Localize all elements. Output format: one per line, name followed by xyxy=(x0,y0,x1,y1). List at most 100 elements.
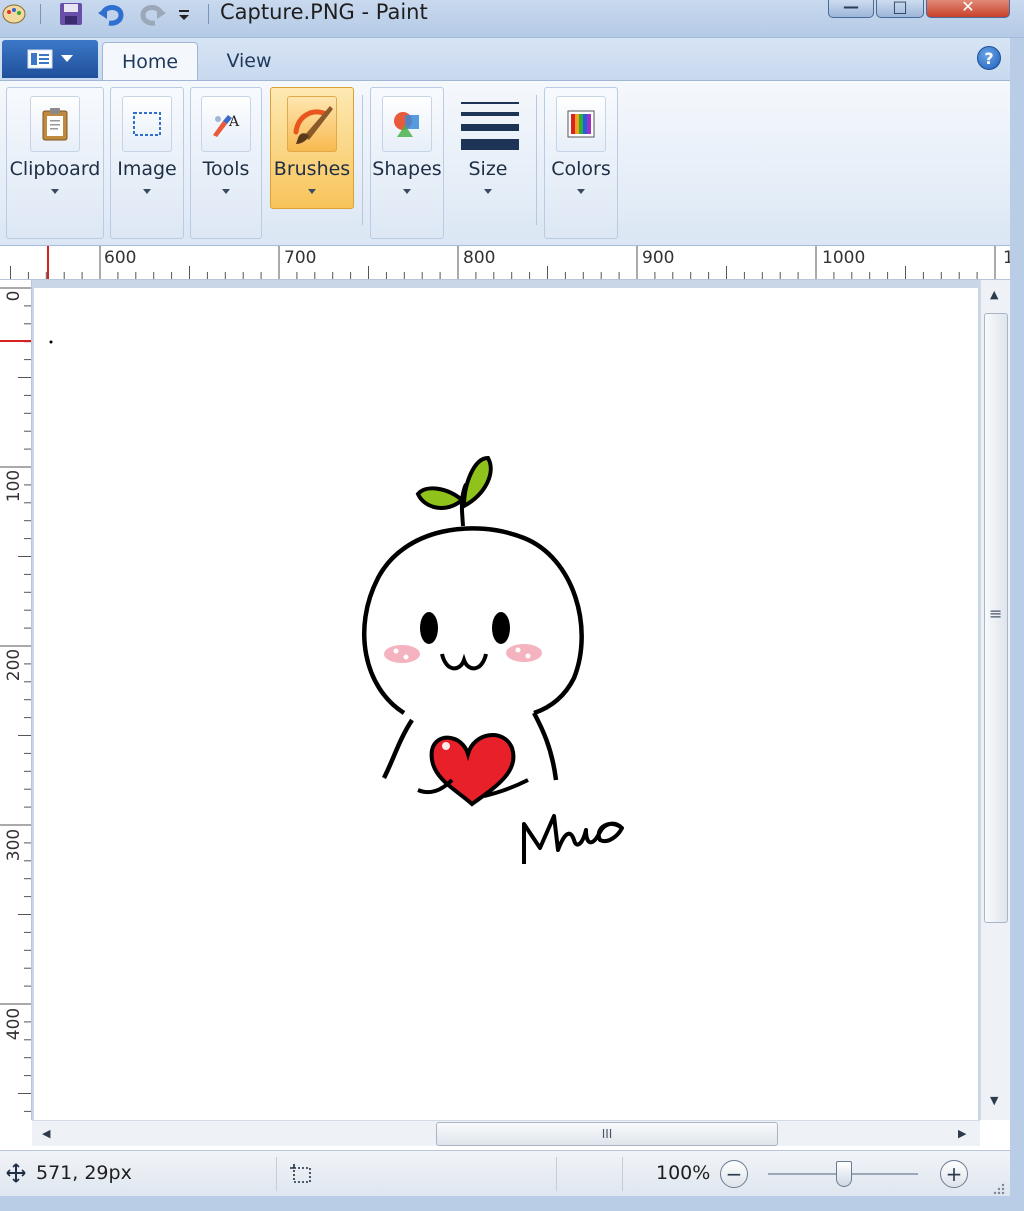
clipboard-group[interactable]: Clipboard xyxy=(6,87,104,239)
ribbon-separator xyxy=(362,95,363,225)
close-button[interactable]: ✕ xyxy=(926,0,1010,18)
ruler-label-1000: 1000 xyxy=(822,248,866,268)
save-icon[interactable] xyxy=(56,0,86,28)
chevron-down-icon xyxy=(51,189,59,194)
signature xyxy=(522,814,624,864)
tools-group[interactable]: A Tools xyxy=(190,87,262,239)
title-bar: Capture.PNG - Paint — □ ✕ xyxy=(0,0,1024,38)
scroll-up-arrow-icon[interactable]: ▲ xyxy=(990,288,998,301)
ruler-label-300: 300 xyxy=(4,828,24,862)
vertical-scroll-thumb[interactable]: ≡ xyxy=(984,313,1008,923)
left-blush xyxy=(384,645,420,663)
sprout-leaf-left xyxy=(415,486,466,510)
customize-qat-icon[interactable] xyxy=(172,0,196,28)
shapes-label: Shapes xyxy=(372,158,442,180)
chevron-down-icon xyxy=(61,55,73,62)
select-icon xyxy=(122,96,172,152)
size-group[interactable]: Size xyxy=(452,87,524,239)
clipboard-icon xyxy=(30,96,80,152)
cursor-position-icon xyxy=(6,1163,26,1187)
ruler-label-200: 200 xyxy=(4,648,24,682)
help-icon[interactable]: ? xyxy=(977,46,1001,70)
chevron-down-icon xyxy=(577,189,585,194)
status-divider xyxy=(622,1157,623,1191)
chevron-down-icon xyxy=(143,189,151,194)
ruler-label-100: 100 xyxy=(4,469,24,503)
chevron-down-icon xyxy=(308,189,316,194)
body-right xyxy=(532,711,559,781)
image-group[interactable]: Image xyxy=(110,87,184,239)
minimize-button[interactable]: — xyxy=(828,0,874,18)
shapes-group[interactable]: Shapes xyxy=(370,87,444,239)
ruler-label-800: 800 xyxy=(463,248,496,268)
zoom-in-button[interactable]: + xyxy=(940,1160,968,1188)
brushes-group[interactable]: Brushes xyxy=(270,87,354,209)
colors-label: Colors xyxy=(551,158,611,180)
chevron-down-icon xyxy=(484,189,492,194)
sprout-leaf-right xyxy=(461,455,493,510)
chevron-down-icon xyxy=(403,189,411,194)
ribbon: Clipboard Image A Tools Brushes Shapes S… xyxy=(0,80,1010,246)
window-frame-right xyxy=(1010,38,1024,1196)
chevron-down-icon xyxy=(222,189,230,194)
right-eye xyxy=(492,612,510,644)
undo-icon[interactable] xyxy=(96,0,128,28)
ribbon-separator xyxy=(536,95,537,225)
ribbon-tab-bar: Home View ? xyxy=(0,38,1010,80)
maximize-button[interactable]: □ xyxy=(876,0,924,18)
selection-size-icon xyxy=(288,1163,312,1189)
canvas-workspace xyxy=(32,280,980,1120)
clipboard-label: Clipboard xyxy=(9,158,101,180)
qat-separator xyxy=(40,4,41,24)
ruler-label-600: 600 xyxy=(104,248,137,268)
window-title: Capture.PNG - Paint xyxy=(220,0,428,24)
zoom-out-button[interactable]: − xyxy=(720,1160,748,1188)
svg-text:A: A xyxy=(228,114,240,130)
ruler-label-400: 400 xyxy=(4,1007,24,1041)
ruler-label-0: 0 xyxy=(4,290,24,302)
paint-app-icon[interactable] xyxy=(0,0,28,28)
tools-label: Tools xyxy=(202,158,250,180)
ruler-label-900: 900 xyxy=(642,248,675,268)
horizontal-scrollbar[interactable]: ◀ III ▶ xyxy=(32,1120,980,1146)
left-eye xyxy=(420,612,438,644)
scroll-grip-icon: ≡ xyxy=(989,604,1003,623)
brush-icon xyxy=(287,96,337,152)
horizontal-ruler: 600 700 800 900 1000 1 xyxy=(0,246,1010,280)
window-frame-bottom xyxy=(0,1196,1024,1211)
vertical-scrollbar[interactable]: ▲ ≡ ▼ xyxy=(980,280,1010,1120)
doodle-drawing xyxy=(49,340,624,864)
status-bar: 571, 29px 100% − + xyxy=(0,1150,1010,1196)
menu-icon xyxy=(27,49,53,69)
zoom-slider-thumb[interactable] xyxy=(836,1161,852,1187)
qat-separator xyxy=(208,4,209,24)
colors-group[interactable]: Colors xyxy=(544,87,618,239)
horizontal-scroll-thumb[interactable]: III xyxy=(436,1122,778,1146)
scroll-down-arrow-icon[interactable]: ▼ xyxy=(990,1094,998,1107)
cursor-position: 571, 29px xyxy=(36,1162,132,1184)
scroll-right-arrow-icon[interactable]: ▶ xyxy=(958,1127,966,1140)
colors-icon xyxy=(556,96,606,152)
paint-menu-button[interactable] xyxy=(2,40,98,78)
drawing-canvas[interactable] xyxy=(34,288,978,1120)
character-head xyxy=(362,526,584,716)
brushes-label: Brushes xyxy=(273,158,351,180)
ruler-label-1100: 1 xyxy=(1003,248,1010,268)
ruler-label-700: 700 xyxy=(284,248,317,268)
size-icon xyxy=(461,100,519,152)
right-blush xyxy=(506,644,542,662)
shapes-icon xyxy=(382,96,432,152)
vertical-ruler-ticks xyxy=(0,287,31,1112)
status-divider xyxy=(556,1157,557,1191)
tab-home[interactable]: Home xyxy=(102,42,198,80)
tab-view[interactable]: View xyxy=(206,42,292,80)
size-label: Size xyxy=(468,158,508,180)
zoom-level: 100% xyxy=(656,1162,711,1184)
scroll-left-arrow-icon[interactable]: ◀ xyxy=(42,1127,50,1140)
tools-icon: A xyxy=(201,96,251,152)
body-left xyxy=(381,718,414,780)
image-label: Image xyxy=(117,158,177,180)
vertical-ruler: 0 100 200 300 400 xyxy=(0,280,32,1120)
redo-icon[interactable] xyxy=(136,0,168,28)
status-divider xyxy=(276,1157,277,1191)
